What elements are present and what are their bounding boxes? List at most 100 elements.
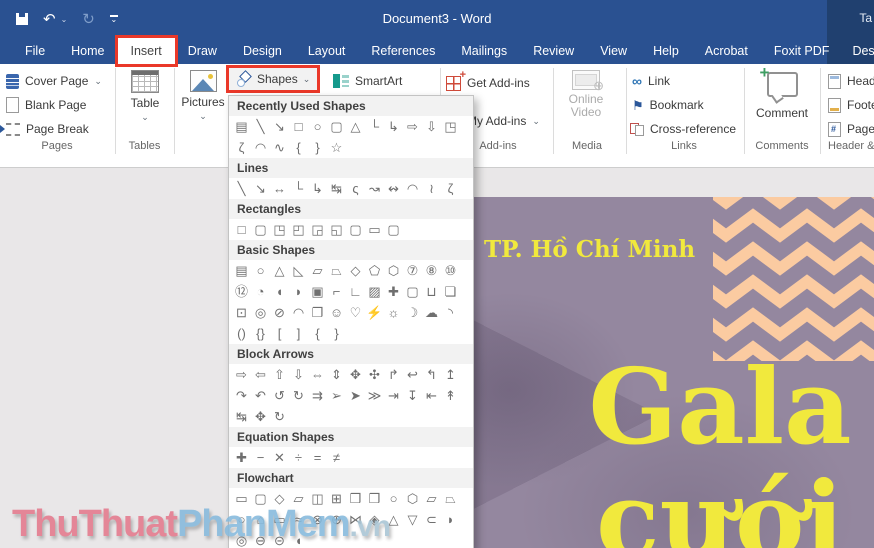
undo-chevron-down-icon[interactable]: ⌄ <box>61 15 68 24</box>
tab-design[interactable]: Design <box>230 38 295 64</box>
right-triangle-shape-icon[interactable]: ◺ <box>289 261 308 280</box>
link-button[interactable]: ∞ Link <box>632 71 670 91</box>
smartart-button[interactable]: SmartArt <box>333 71 402 91</box>
right-bracket-shape-icon[interactable]: ] <box>289 324 308 343</box>
tab-view[interactable]: View <box>587 38 640 64</box>
curved-left-arrow-shape-icon[interactable]: ↶ <box>251 386 270 405</box>
tab-references[interactable]: References <box>358 38 448 64</box>
tab-layout[interactable]: Layout <box>295 38 359 64</box>
l-shape-shape-icon[interactable]: ∟ <box>346 282 365 301</box>
down-arrow-callout-shape-icon[interactable]: ↧ <box>403 386 422 405</box>
snip-and-round-single-corner-rectangle-shape-icon[interactable]: ◱ <box>327 220 346 239</box>
isosceles-triangle-shape-icon[interactable]: △ <box>270 261 289 280</box>
elbow-connector-shape-icon[interactable]: └ <box>365 117 384 136</box>
moon-shape-icon[interactable]: ☽ <box>403 303 422 322</box>
double-brace-shape-icon[interactable]: {} <box>251 324 270 343</box>
arc-shape-icon[interactable]: ◠ <box>403 179 422 198</box>
double-bracket-shape-icon[interactable]: () <box>232 324 251 343</box>
elbow-connector-shape-icon[interactable]: └ <box>289 179 308 198</box>
elbow-arrow-connector-shape-icon[interactable]: ↳ <box>384 117 403 136</box>
bent-up-arrow-shape-icon[interactable]: ↥ <box>441 365 460 384</box>
arc-shape-icon[interactable]: ◝ <box>441 303 460 322</box>
left-brace-shape-icon[interactable]: { <box>289 138 308 157</box>
header-button[interactable]: Header <box>828 71 874 91</box>
octagon-shape-icon[interactable]: ⑧ <box>422 261 441 280</box>
curved-double-arrow-connector-shape-icon[interactable]: ↭ <box>384 179 403 198</box>
cover-page-button[interactable]: Cover Page ⌄ <box>6 71 102 91</box>
curved-right-arrow-shape-icon[interactable]: ↷ <box>232 386 251 405</box>
down-arrow-shape-icon[interactable]: ⇩ <box>289 365 308 384</box>
tab-draw[interactable]: Draw <box>175 38 230 64</box>
snip-single-corner-rectangle-shape-icon[interactable]: ◳ <box>270 220 289 239</box>
line-shape-icon[interactable]: ╲ <box>251 117 270 136</box>
round-single-corner-rectangle-shape-icon[interactable]: ▢ <box>346 220 365 239</box>
up-arrow-callout-shape-icon[interactable]: ↟ <box>441 386 460 405</box>
customize-quick-access-toolbar-icon[interactable]: ⌄ <box>109 15 118 24</box>
merge-shape-icon[interactable]: ▽ <box>403 510 422 529</box>
rectangle-shape-icon[interactable]: □ <box>232 220 251 239</box>
up-down-arrow-shape-icon[interactable]: ⇕ <box>327 365 346 384</box>
arc-shape-icon[interactable]: ◠ <box>251 138 270 157</box>
rectangle-shape-icon[interactable]: □ <box>289 117 308 136</box>
document-page[interactable]: TP. Hồ Chí Minh Gala cưới <box>460 197 874 548</box>
pie-shape-icon[interactable]: ◔ <box>251 282 270 301</box>
oval-shape-icon[interactable]: ○ <box>251 261 270 280</box>
striped-right-arrow-shape-icon[interactable]: ⇉ <box>308 386 327 405</box>
get-add-ins-button[interactable]: Get Add-ins <box>446 69 530 93</box>
scribble-shape-icon[interactable]: ζ <box>232 138 251 157</box>
diagonal-stripe-shape-icon[interactable]: ▨ <box>365 282 384 301</box>
tab-foxit-pdf[interactable]: Foxit PDF <box>761 38 843 64</box>
manual-operation-shape-icon[interactable]: ⏢ <box>441 489 460 508</box>
left-bracket-shape-icon[interactable]: [ <box>270 324 289 343</box>
freeform-shape-icon[interactable]: ≀ <box>422 179 441 198</box>
left-right-arrow-callout-shape-icon[interactable]: ↹ <box>232 407 251 426</box>
pentagon-arrow-shape-icon[interactable]: ➤ <box>346 386 365 405</box>
delay-shape-icon[interactable]: ◗ <box>441 510 460 529</box>
tab-mailings[interactable]: Mailings <box>448 38 520 64</box>
line-arrow-shape-icon[interactable]: ↘ <box>251 179 270 198</box>
minus-shape-icon[interactable]: − <box>251 448 270 467</box>
round-single-corner-rectangle-shape-icon[interactable]: ◳ <box>441 117 460 136</box>
left-up-arrow-shape-icon[interactable]: ↰ <box>422 365 441 384</box>
stored-data-shape-icon[interactable]: ⊂ <box>422 510 441 529</box>
tab-design-contextual[interactable]: Design <box>842 38 874 64</box>
round-same-side-corner-rectangle-shape-icon[interactable]: ▭ <box>365 220 384 239</box>
smiley-face-shape-icon[interactable]: ☺ <box>327 303 346 322</box>
half-frame-shape-icon[interactable]: ⌐ <box>327 282 346 301</box>
heart-shape-icon[interactable]: ♡ <box>346 303 365 322</box>
left-brace-shape-icon[interactable]: { <box>308 324 327 343</box>
down-arrow-shape-icon[interactable]: ⇩ <box>422 117 441 136</box>
diamond-shape-icon[interactable]: ◇ <box>346 261 365 280</box>
quad-arrow-shape-icon[interactable]: ✥ <box>346 365 365 384</box>
curved-up-arrow-shape-icon[interactable]: ↺ <box>270 386 289 405</box>
curved-arrow-connector-shape-icon[interactable]: ↝ <box>365 179 384 198</box>
cube-shape-icon[interactable]: ❏ <box>441 282 460 301</box>
bevel-shape-icon[interactable]: ⊡ <box>232 303 251 322</box>
decagon-shape-icon[interactable]: ⑩ <box>441 261 460 280</box>
table-button[interactable]: Table ⌄ <box>118 70 172 122</box>
oval-shape-icon[interactable]: ○ <box>308 117 327 136</box>
heptagon-shape-icon[interactable]: ⑦ <box>403 261 422 280</box>
can-shape-icon[interactable]: ⊔ <box>422 282 441 301</box>
frame-shape-icon[interactable]: ▣ <box>308 282 327 301</box>
multiplication-shape-icon[interactable]: ✕ <box>270 448 289 467</box>
undo-icon[interactable]: ↶ <box>43 12 56 27</box>
tab-help[interactable]: Help <box>640 38 692 64</box>
curved-connector-shape-icon[interactable]: ς <box>346 179 365 198</box>
cloud-shape-icon[interactable]: ☁ <box>422 303 441 322</box>
left-right-up-arrow-shape-icon[interactable]: ✣ <box>365 365 384 384</box>
cross-shape-icon[interactable]: ✚ <box>384 282 403 301</box>
cross-reference-button[interactable]: Cross-reference <box>630 119 736 139</box>
line-shape-icon[interactable]: ╲ <box>232 179 251 198</box>
block-arc-shape-icon[interactable]: ◠ <box>289 303 308 322</box>
page-number-button[interactable]: Page Number <box>828 119 874 139</box>
scribble-shape-icon[interactable]: ζ <box>441 179 460 198</box>
manual-input-shape-icon[interactable]: ▱ <box>422 489 441 508</box>
right-arrow-shape-icon[interactable]: ⇨ <box>403 117 422 136</box>
rounded-rectangle-shape-icon[interactable]: ▢ <box>327 117 346 136</box>
rounded-rectangle-shape-icon[interactable]: ▢ <box>251 220 270 239</box>
text-box-shape-icon[interactable]: ▤ <box>232 117 251 136</box>
elbow-arrow-connector-shape-icon[interactable]: ↳ <box>308 179 327 198</box>
division-shape-icon[interactable]: ÷ <box>289 448 308 467</box>
blank-page-button[interactable]: Blank Page <box>6 95 86 115</box>
